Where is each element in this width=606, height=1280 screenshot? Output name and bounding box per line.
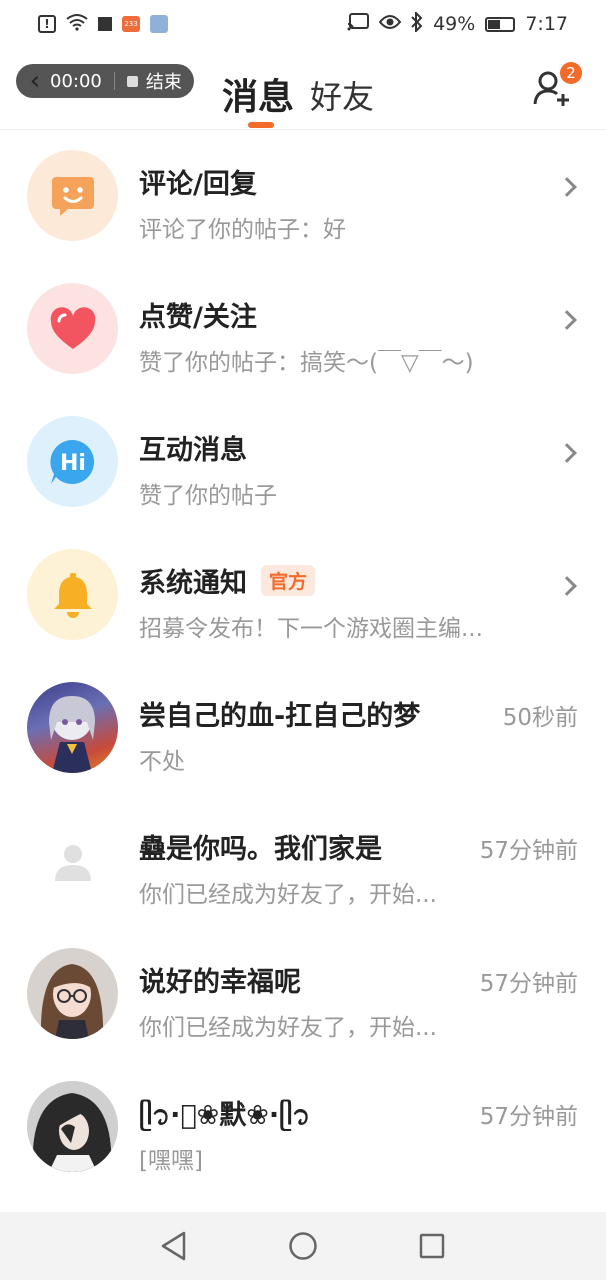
header: ‹ 00:00 结束 消息 好友 2 xyxy=(0,48,606,130)
chat-row[interactable]: ᥫ᭡·⃝❀默❀·ᥫ᭡ 57分钟前 [嘿嘿] xyxy=(0,1061,606,1194)
chat-name: ᥫ᭡·⃝❀默❀·ᥫ᭡ xyxy=(139,1100,311,1131)
list-item-subtitle: 赞了你的帖子 xyxy=(139,483,277,509)
svg-text:Hi: Hi xyxy=(60,451,86,476)
system-nav-bar xyxy=(0,1212,606,1280)
sim-alert-icon: ! xyxy=(38,15,56,33)
list-item-subtitle: 评论了你的帖子：好 xyxy=(139,217,346,243)
status-right: 49% 7:17 xyxy=(347,10,568,37)
battery-percent: 49% xyxy=(433,13,476,35)
list-item-title: 评论/回复 xyxy=(139,169,257,200)
list-item-comments[interactable]: 评论/回复 评论了你的帖子：好 xyxy=(0,130,606,263)
list-item-notifications[interactable]: 系统通知 官方 招募令发布！下一个游戏圈主编... xyxy=(0,529,606,662)
battery-icon xyxy=(485,16,516,32)
screen-recording-pill[interactable]: ‹ 00:00 结束 xyxy=(16,64,194,98)
chat-name: 说好的幸福呢 xyxy=(139,967,301,998)
app-notification-icon: 233 xyxy=(122,16,140,32)
recording-timer: 00:00 xyxy=(50,70,102,92)
chat-time: 50秒前 xyxy=(502,705,578,731)
chat-name: 尝自己的血-扛自己的梦 xyxy=(139,701,421,732)
app2-notification-icon xyxy=(150,15,168,33)
chat-row[interactable]: 说好的幸福呢 57分钟前 你们已经成为好友了，开始... xyxy=(0,928,606,1061)
list-item-title: 系统通知 官方 xyxy=(139,561,316,600)
status-bar: ! 233 49% 7:17 xyxy=(0,0,606,48)
list-item-interactions[interactable]: Hi 互动消息 赞了你的帖子 xyxy=(0,396,606,529)
default-avatar-icon[interactable] xyxy=(27,815,118,906)
chevron-right-icon xyxy=(557,177,577,197)
chat-time: 57分钟前 xyxy=(479,971,578,997)
chevron-right-icon xyxy=(557,310,577,330)
bluetooth-icon xyxy=(411,10,423,37)
tab-messages[interactable]: 消息 xyxy=(222,68,294,120)
chat-time: 57分钟前 xyxy=(479,838,578,864)
chat-time: 57分钟前 xyxy=(479,1104,578,1130)
chat-preview: 你们已经成为好友了，开始... xyxy=(139,882,437,908)
official-tag: 官方 xyxy=(261,565,316,596)
chat-preview: [嘿嘿] xyxy=(139,1148,203,1174)
notification-square-icon xyxy=(98,17,112,31)
eye-icon xyxy=(378,13,402,35)
hi-icon: Hi xyxy=(27,416,118,507)
avatar[interactable] xyxy=(27,1081,118,1172)
chat-preview: 不处 xyxy=(139,749,185,775)
chevron-right-icon xyxy=(557,576,577,596)
wifi-icon xyxy=(66,13,88,36)
friend-request-badge: 2 xyxy=(560,62,582,84)
active-tab-indicator xyxy=(248,122,274,128)
avatar[interactable] xyxy=(27,682,118,773)
divider xyxy=(113,72,115,90)
list-item-title: 点赞/关注 xyxy=(139,302,257,333)
stop-icon xyxy=(126,75,138,87)
tab-friends[interactable]: 好友 xyxy=(310,72,374,118)
clock: 7:17 xyxy=(525,13,568,35)
comment-icon xyxy=(27,150,118,241)
list-item-subtitle: 赞了你的帖子：搞笑～(￣▽￣～) xyxy=(139,350,474,376)
notification-title: 系统通知 xyxy=(139,568,247,599)
chat-name: 蠱是你吗。我们家是 xyxy=(139,834,382,865)
cast-icon xyxy=(347,12,370,36)
heart-icon xyxy=(27,283,118,374)
back-icon[interactable]: ‹ xyxy=(20,66,50,96)
home-circle-icon[interactable] xyxy=(283,1226,323,1266)
list-item-likes[interactable]: 点赞/关注 赞了你的帖子：搞笑～(￣▽￣～) xyxy=(0,263,606,396)
bell-icon xyxy=(27,549,118,640)
stop-recording-button[interactable]: 结束 xyxy=(146,68,182,94)
recents-square-icon[interactable] xyxy=(412,1226,452,1266)
list-item-title: 互动消息 xyxy=(139,435,247,466)
list-item-subtitle: 招募令发布！下一个游戏圈主编... xyxy=(139,616,483,642)
chat-row[interactable]: 尝自己的血-扛自己的梦 50秒前 不处 xyxy=(0,662,606,795)
back-triangle-icon[interactable] xyxy=(154,1226,194,1266)
chat-row[interactable]: 蠱是你吗。我们家是 57分钟前 你们已经成为好友了，开始... xyxy=(0,795,606,928)
chevron-right-icon xyxy=(557,443,577,463)
avatar[interactable] xyxy=(27,948,118,1039)
chat-preview: 你们已经成为好友了，开始... xyxy=(139,1015,437,1041)
status-left: ! 233 xyxy=(38,13,168,36)
message-list: 评论/回复 评论了你的帖子：好 点赞/关注 赞了你的帖子：搞笑～(￣▽￣～) H… xyxy=(0,130,606,1194)
